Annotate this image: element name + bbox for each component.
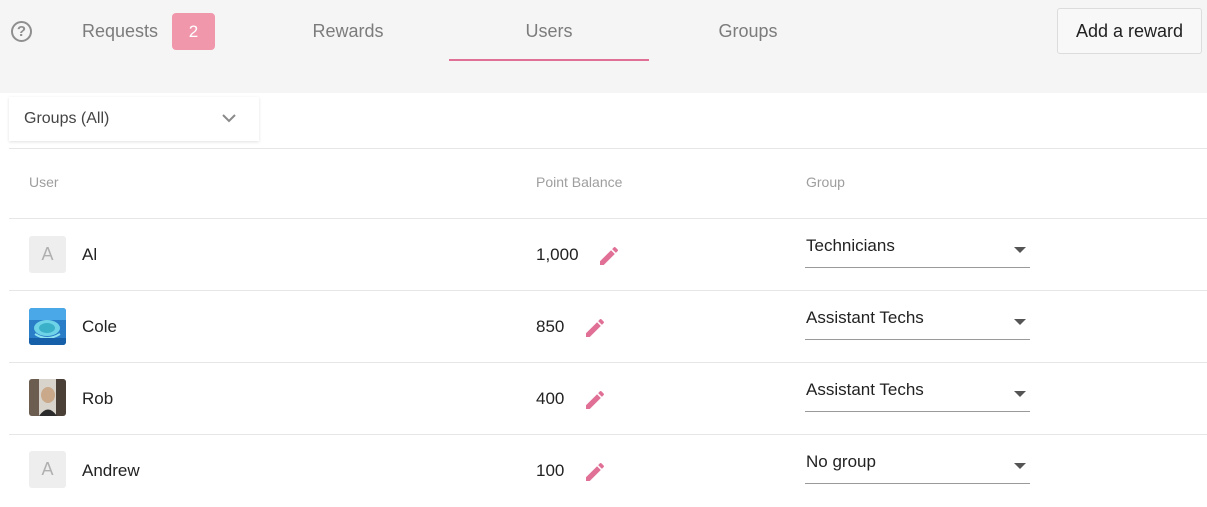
point-balance: 850 bbox=[536, 317, 565, 336]
column-header-user: User bbox=[29, 174, 59, 190]
user-name: Al bbox=[82, 245, 98, 264]
top-navigation-bar: ? Requests 2 Rewards Users Groups Add a … bbox=[0, 0, 1207, 93]
tab-users[interactable]: Users bbox=[449, 0, 649, 61]
tab-requests[interactable]: Requests 2 bbox=[18, 0, 218, 61]
group-select[interactable]: Technicians bbox=[805, 232, 1030, 268]
user-name: Andrew bbox=[82, 461, 140, 480]
edit-pencil-icon[interactable] bbox=[583, 388, 607, 412]
person-photo-icon bbox=[29, 379, 66, 416]
group-filter-dropdown[interactable]: Groups (All) bbox=[9, 97, 259, 141]
column-header-point-balance: Point Balance bbox=[536, 174, 623, 190]
avatar: A bbox=[29, 236, 66, 273]
group-select-value: Technicians bbox=[806, 236, 895, 255]
dropdown-caret-icon bbox=[1014, 319, 1026, 325]
point-balance: 400 bbox=[536, 389, 565, 408]
group-select-value: Assistant Techs bbox=[806, 308, 924, 327]
user-name: Rob bbox=[82, 389, 114, 408]
table-row: A Andrew 100 No group bbox=[0, 435, 1207, 507]
table-row: Rob 400 Assistant Techs bbox=[0, 363, 1207, 435]
group-select[interactable]: Assistant Techs bbox=[805, 304, 1030, 340]
tab-groups[interactable]: Groups bbox=[648, 0, 848, 61]
group-select-value: Assistant Techs bbox=[806, 380, 924, 399]
group-select[interactable]: Assistant Techs bbox=[805, 376, 1030, 412]
dropdown-caret-icon bbox=[1014, 247, 1026, 253]
avatar bbox=[29, 379, 66, 416]
turtle-photo-icon bbox=[29, 308, 66, 345]
edit-pencil-icon[interactable] bbox=[583, 316, 607, 340]
avatar bbox=[29, 308, 66, 345]
table-row: A Al 1,000 Technicians bbox=[0, 219, 1207, 291]
edit-pencil-icon[interactable] bbox=[597, 244, 621, 268]
tab-rewards[interactable]: Rewards bbox=[248, 0, 448, 61]
chevron-down-icon bbox=[222, 114, 236, 123]
tab-requests-label: Requests bbox=[82, 21, 159, 41]
group-filter-label: Groups (All) bbox=[24, 110, 110, 127]
user-name: Cole bbox=[82, 317, 117, 336]
table-row: Cole 850 Assistant Techs bbox=[0, 291, 1207, 363]
dropdown-caret-icon bbox=[1014, 391, 1026, 397]
edit-pencil-icon[interactable] bbox=[583, 460, 607, 484]
point-balance: 100 bbox=[536, 461, 565, 480]
requests-count-badge: 2 bbox=[172, 13, 215, 50]
dropdown-caret-icon bbox=[1014, 463, 1026, 469]
add-reward-button[interactable]: Add a reward bbox=[1057, 8, 1202, 54]
point-balance: 1,000 bbox=[536, 245, 579, 264]
divider bbox=[9, 148, 1207, 149]
avatar: A bbox=[29, 451, 66, 488]
column-header-group: Group bbox=[806, 174, 845, 190]
group-select[interactable]: No group bbox=[805, 448, 1030, 484]
group-select-value: No group bbox=[806, 452, 876, 471]
